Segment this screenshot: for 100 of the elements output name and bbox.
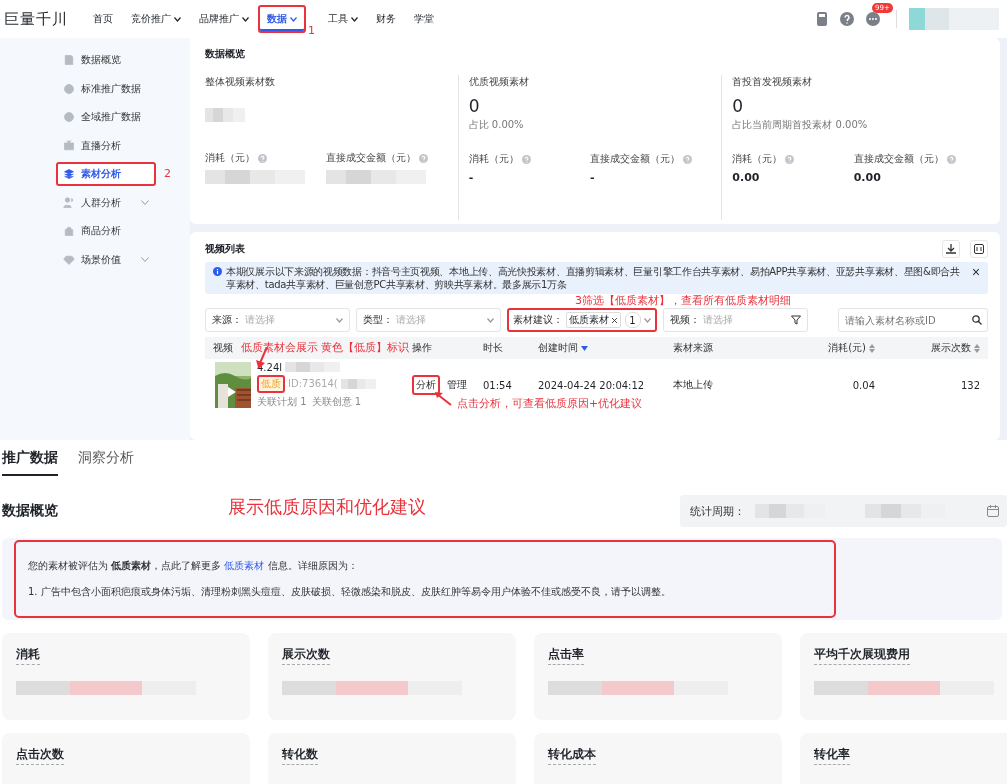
annotation-number: 1 (308, 24, 315, 37)
help-icon[interactable] (840, 12, 854, 26)
metric-value: 0.00 (732, 171, 761, 184)
placeholder: 请选择 (703, 313, 733, 327)
caret-icon (174, 16, 181, 22)
nav-tab[interactable]: 学堂 (405, 5, 443, 33)
nav-tab[interactable]: 首页 (84, 5, 122, 33)
blurred-value (285, 362, 341, 372)
caret-icon (242, 16, 249, 22)
calculator-icon[interactable] (816, 12, 828, 26)
sidebar-item[interactable]: 全域推广数据 (56, 105, 156, 130)
placeholder: 请选择 (396, 313, 426, 327)
table-cell: 2024-04-24 20:04:12 (538, 379, 645, 391)
metric-label: 点击次数 (16, 747, 64, 765)
layers-icon (63, 168, 75, 181)
sidebar-item[interactable]: 数据概览 (56, 48, 156, 73)
related-plans: 关联计划 1 (257, 394, 307, 409)
field-label: 素材建议： (513, 313, 563, 327)
message-icon[interactable] (866, 12, 880, 26)
close-icon[interactable] (611, 316, 618, 324)
search-icon[interactable] (972, 315, 982, 325)
info-icon (213, 267, 222, 276)
action-link[interactable]: 管理 (443, 375, 471, 395)
sidebar-item[interactable]: 直播分析 (56, 133, 156, 158)
field-label: 来源： (212, 313, 242, 327)
nav-tab[interactable]: 竞价推广 (122, 5, 190, 33)
metric-label: 直接成交金额（元） (853, 152, 944, 166)
table-cell: 01:54 (483, 379, 512, 391)
link[interactable]: 低质素材 (224, 560, 265, 571)
video-id: ID:73614( (288, 378, 338, 389)
search-field[interactable]: 请输入素材名称或ID (838, 308, 988, 332)
column-label: 展示次数 (931, 341, 971, 355)
field-label: 视频： (670, 313, 700, 327)
sidebar-item[interactable]: 人群分析 (56, 190, 156, 215)
column-label: 时长 (483, 341, 503, 355)
filter-icon (791, 315, 801, 325)
annotation-text: 展示低质原因和优化建议 (228, 495, 426, 519)
count-badge: 1 (624, 312, 641, 328)
quality-badge: 低质 (257, 374, 285, 393)
field-label: 统计周期： (690, 503, 745, 519)
nav-tab[interactable]: 工具 (319, 5, 367, 33)
select-field[interactable]: 视频： 请选择 (663, 308, 808, 332)
section-title: 数据概览 (205, 47, 246, 61)
column-label: 素材来源 (673, 341, 713, 355)
columns-icon[interactable] (970, 240, 988, 258)
stat-title: 优质视频素材 (468, 75, 530, 89)
blurred-value (755, 504, 825, 518)
metric-label: 平均千次展现费用 (814, 647, 910, 665)
tag-select[interactable]: 素材建议： 低质素材 1 (507, 308, 657, 332)
filter-tag[interactable]: 低质素材 (566, 312, 621, 328)
sort-icon[interactable] (869, 343, 875, 353)
stat-title: 整体视频素材数 (205, 75, 276, 89)
sort-icon[interactable] (581, 345, 588, 351)
notice-text: 本期仅展示以下来源的视频数据：抖音号主页视频、本地上传、高光快投素材、直播剪辑素材、巨量引擎工作台共享素材、易拍APP共享素材、亚瑟共享素材、星图&即合共享素材、tada共享素材、巨量创意PC共享素材、剪映共享素材。最多展示1万条 (226, 265, 961, 291)
annotation-text: 点击分析，可查看低质原因+优化建议 (457, 396, 643, 411)
annotation-text: 3筛选【低质素材】，查看所有低质素材明细 (575, 293, 791, 308)
stat-value: 0 (468, 96, 481, 116)
metric-label: 消耗（元） (732, 152, 783, 166)
related-creatives: 关联创意 1 (311, 394, 362, 409)
metric-label: 转化率 (814, 747, 850, 765)
nav-tab[interactable]: 品牌推广 (190, 5, 258, 33)
section-title: 视频列表 (205, 242, 245, 256)
people-icon (63, 196, 75, 209)
caret-icon (487, 317, 494, 323)
tv-icon (63, 139, 75, 152)
select-field[interactable]: 来源： 请选择 (205, 308, 350, 332)
column-label: 消耗(元) (828, 341, 866, 355)
document-icon (63, 54, 75, 67)
tab[interactable]: 洞察分析 (78, 449, 134, 476)
metric-label: 消耗（元） (205, 151, 255, 165)
nav-tab[interactable]: 财务 (367, 5, 405, 33)
placeholder: 请选择 (245, 313, 275, 327)
metric-label: 消耗 (16, 647, 40, 665)
logo: 巨量千川 (4, 9, 68, 29)
blurred-value (340, 378, 376, 389)
caret-icon (351, 16, 358, 22)
stat-share: 占比当前周期首投素材 0.00% (732, 118, 869, 132)
chevron-icon (141, 200, 149, 206)
nav-tab[interactable]: 数据 (258, 5, 306, 33)
metric-label: 转化数 (282, 747, 318, 765)
date-range-field[interactable]: 统计周期： (680, 495, 1007, 527)
sidebar-item[interactable]: 素材分析 (56, 162, 156, 187)
metric-label: 直接成交金额（元） (590, 152, 680, 166)
metric-label: 消耗（元） (468, 152, 519, 166)
sort-icon[interactable] (974, 343, 980, 353)
tab[interactable]: 推广数据 (2, 449, 58, 476)
download-icon[interactable] (942, 240, 960, 258)
sidebar-item[interactable]: 商品分析 (56, 219, 156, 244)
annotation-number: 2 (164, 167, 171, 181)
close-icon[interactable] (972, 268, 980, 276)
stat-value: 0 (732, 96, 745, 116)
bag-icon (63, 225, 75, 238)
sidebar-item[interactable]: 场景价值 (56, 247, 156, 272)
metric-label: 直接成交金额（元） (326, 151, 417, 165)
sidebar-item[interactable]: 标准推广数据 (56, 76, 156, 101)
stat-share: 占比 0.00% (468, 118, 525, 132)
select-field[interactable]: 类型： 请选择 (356, 308, 501, 332)
metric-value: 0.00 (853, 171, 882, 184)
reason-text: 1. 广告中包含小面积疤痕或身体污垢、清理粉刺黑头痘痘、皮肤破损、轻微感染和脱皮、皮肤红肿等易令用户体验不佳或感受不良，请予以调整。 (28, 585, 672, 599)
section-title: 数据概览 (2, 502, 58, 520)
